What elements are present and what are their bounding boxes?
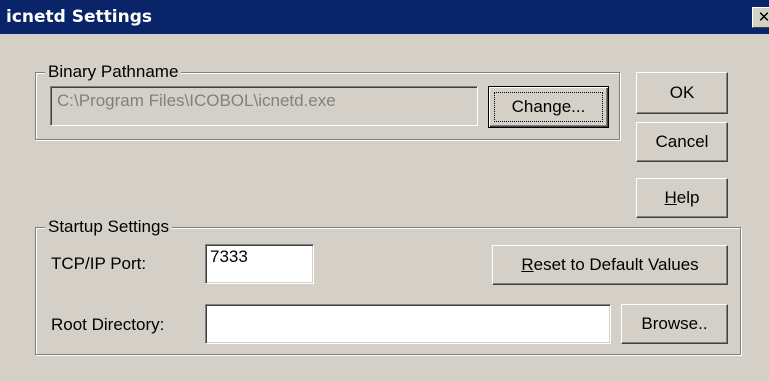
close-button[interactable]: ✕ <box>752 7 769 28</box>
ok-button-label: OK <box>669 83 695 102</box>
help-button[interactable]: Help <box>636 178 728 218</box>
help-button-label: Help <box>664 188 700 207</box>
change-button-label: Change... <box>511 97 586 116</box>
reset-defaults-button[interactable]: Reset to Default Values <box>492 245 728 285</box>
binary-path-value: C:\Program Files\ICOBOL\icnetd.exe <box>57 91 336 110</box>
root-directory-input[interactable] <box>205 304 611 344</box>
browse-button[interactable]: Browse.. <box>621 304 728 344</box>
settings-dialog: icnetd Settings ✕ Binary Pathname C:\Pro… <box>0 0 769 381</box>
startup-settings-label: Startup Settings <box>45 217 172 237</box>
tcp-port-label: TCP/IP Port: <box>51 254 147 273</box>
reset-defaults-label: Reset to Default Values <box>521 255 699 274</box>
ok-button[interactable]: OK <box>636 72 728 114</box>
binary-path-field: C:\Program Files\ICOBOL\icnetd.exe <box>50 86 478 126</box>
title-bar[interactable]: icnetd Settings ✕ <box>0 0 769 34</box>
tcp-port-value: 7333 <box>210 247 248 266</box>
close-icon: ✕ <box>757 8 769 26</box>
root-directory-label: Root Directory: <box>51 315 165 334</box>
binary-pathname-label: Binary Pathname <box>45 62 182 82</box>
window-title: icnetd Settings <box>6 7 152 27</box>
cancel-button[interactable]: Cancel <box>636 122 728 162</box>
browse-button-label: Browse.. <box>641 314 708 333</box>
tcp-port-input[interactable]: 7333 <box>205 244 314 284</box>
change-button[interactable]: Change... <box>488 86 609 128</box>
cancel-button-label: Cancel <box>655 132 709 151</box>
